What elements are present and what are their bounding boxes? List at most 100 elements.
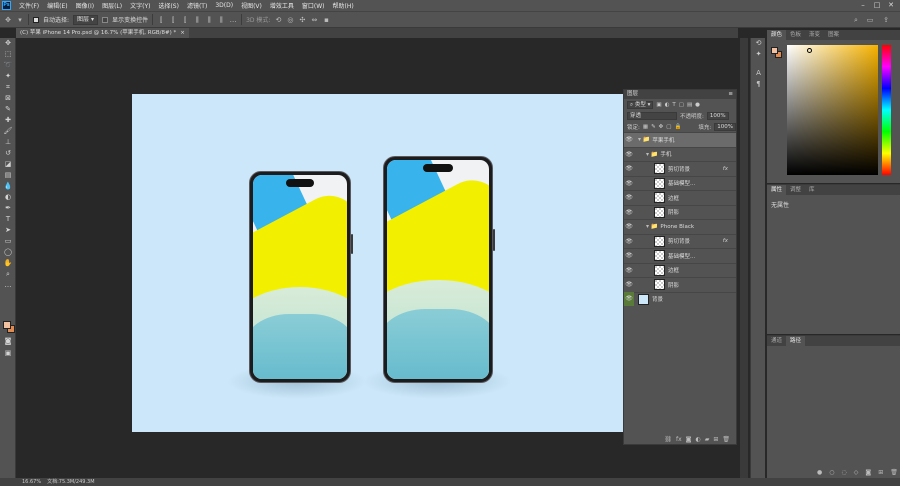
pen-tool-icon[interactable]: ✒ bbox=[0, 203, 16, 214]
tab-libraries[interactable]: 库 bbox=[805, 185, 819, 195]
menu-edit[interactable]: 编辑(E) bbox=[43, 1, 71, 10]
align-top-icon[interactable]: ⫼ bbox=[193, 16, 201, 24]
tab-adjustments[interactable]: 调整 bbox=[786, 185, 805, 195]
auto-select-dropdown[interactable]: 图层 ▾ bbox=[73, 14, 99, 25]
layers-panel-title[interactable]: 图层 bbox=[627, 90, 638, 99]
tab-paths[interactable]: 路径 bbox=[786, 336, 806, 346]
blur-tool-icon[interactable]: 💧 bbox=[0, 181, 16, 192]
menu-filter[interactable]: 滤镜(T) bbox=[183, 1, 211, 10]
orbit-3d-icon[interactable]: ⟲ bbox=[274, 16, 282, 24]
folder-icon[interactable]: ▾ 📁 bbox=[646, 151, 658, 158]
fill-input[interactable]: 100% bbox=[714, 122, 736, 131]
new-group-icon[interactable]: ▰ bbox=[705, 436, 710, 443]
layer-row[interactable]: 👁 ▾ 📁 Phone Black bbox=[624, 219, 736, 234]
layer-row[interactable]: 👁 基础模型... bbox=[624, 248, 736, 263]
make-path-icon[interactable]: ◇ bbox=[854, 469, 859, 476]
menu-plugins[interactable]: 增效工具 bbox=[266, 1, 298, 10]
tab-patterns[interactable]: 图案 bbox=[824, 30, 843, 40]
layer-row[interactable]: 👁 背景 bbox=[624, 291, 736, 307]
tab-gradients[interactable]: 渐变 bbox=[805, 30, 824, 40]
tab-channels[interactable]: 通道 bbox=[767, 336, 786, 346]
menu-type[interactable]: 文字(Y) bbox=[126, 1, 154, 10]
zoom-tool-icon[interactable]: ⌕ bbox=[0, 269, 16, 280]
ellipse-tool-icon[interactable]: ◯ bbox=[0, 247, 16, 258]
path-selection-tool-icon[interactable]: ➤ bbox=[0, 225, 16, 236]
fill-path-icon[interactable]: ● bbox=[817, 469, 822, 476]
filter-type-icon[interactable]: T bbox=[672, 102, 675, 108]
color-swatches[interactable] bbox=[3, 321, 15, 333]
lasso-tool-icon[interactable]: ➰ bbox=[0, 60, 16, 71]
add-mask-icon[interactable]: ◙ bbox=[865, 469, 871, 476]
brush-settings-icon[interactable]: ✦ bbox=[751, 49, 766, 60]
layer-row[interactable]: 👁 ▾ 📁 苹果手机 bbox=[624, 132, 736, 147]
layer-row[interactable]: 👁 剪切背景 fx bbox=[624, 161, 736, 176]
menu-help[interactable]: 帮助(H) bbox=[329, 1, 358, 10]
maximize-icon[interactable]: □ bbox=[870, 0, 884, 11]
layer-row[interactable]: 👁 边框 bbox=[624, 190, 736, 205]
move-tool-icon[interactable]: ✥ bbox=[4, 16, 12, 24]
new-layer-icon[interactable]: ⊞ bbox=[713, 436, 718, 443]
new-path-icon[interactable]: ⊞ bbox=[878, 469, 883, 476]
frame-tool-icon[interactable]: ⊠ bbox=[0, 93, 16, 104]
hue-slider[interactable] bbox=[882, 45, 891, 175]
history-icon[interactable]: ⟲ bbox=[751, 38, 766, 49]
filter-pixel-icon[interactable]: ▣ bbox=[656, 102, 661, 108]
character-icon[interactable]: A bbox=[751, 68, 766, 79]
layer-fx-badge[interactable]: fx bbox=[723, 166, 728, 172]
lock-artboard-icon[interactable]: ▢ bbox=[666, 124, 671, 130]
photoshop-logo[interactable]: Ps bbox=[2, 1, 11, 10]
more-options-icon[interactable]: … bbox=[229, 16, 237, 24]
new-adjustment-icon[interactable]: ◐ bbox=[695, 436, 700, 443]
visibility-eye-icon[interactable]: 👁 bbox=[624, 194, 634, 201]
search-icon[interactable]: ⌕ bbox=[852, 16, 860, 24]
type-tool-icon[interactable]: T bbox=[0, 214, 16, 225]
layer-row[interactable]: 👁 阴影 bbox=[624, 277, 736, 292]
link-layers-icon[interactable]: ⛓ bbox=[664, 436, 672, 443]
workspace-icon[interactable]: ▭ bbox=[866, 16, 874, 24]
vertical-scrollbar[interactable] bbox=[740, 38, 748, 478]
panel-foreground-swatch[interactable] bbox=[771, 47, 778, 54]
menu-3d[interactable]: 3D(D) bbox=[211, 2, 237, 9]
hand-tool-icon[interactable]: ✋ bbox=[0, 258, 16, 269]
visibility-eye-icon[interactable]: 👁 bbox=[624, 223, 634, 230]
visibility-eye-icon[interactable]: 👁 bbox=[624, 292, 634, 307]
document-canvas[interactable] bbox=[132, 94, 623, 432]
show-transform-checkbox[interactable] bbox=[102, 16, 109, 23]
visibility-eye-icon[interactable]: 👁 bbox=[624, 209, 634, 216]
visibility-eye-icon[interactable]: 👁 bbox=[624, 165, 634, 172]
move-tool-icon[interactable]: ✥ bbox=[0, 38, 16, 49]
share-icon[interactable]: ⇪ bbox=[882, 16, 890, 24]
zoom-level[interactable]: 16.67% bbox=[22, 478, 41, 486]
layer-fx-badge[interactable]: fx bbox=[723, 238, 728, 244]
filter-adjust-icon[interactable]: ◐ bbox=[665, 102, 670, 108]
menu-file[interactable]: 文件(F) bbox=[15, 1, 43, 10]
clone-stamp-tool-icon[interactable]: ⊥ bbox=[0, 137, 16, 148]
drag-3d-icon[interactable]: ✣ bbox=[298, 16, 306, 24]
gradient-tool-icon[interactable]: ▤ bbox=[0, 170, 16, 181]
stroke-path-icon[interactable]: ○ bbox=[829, 469, 834, 476]
auto-select-checkbox[interactable] bbox=[33, 16, 39, 23]
screen-mode-icon[interactable]: ▣ bbox=[0, 348, 16, 359]
add-mask-icon[interactable]: ◙ bbox=[686, 436, 692, 443]
eraser-tool-icon[interactable]: ◪ bbox=[0, 159, 16, 170]
filter-shape-icon[interactable]: ▢ bbox=[679, 102, 684, 108]
filter-toggle-icon[interactable]: ● bbox=[695, 102, 700, 108]
folder-icon[interactable]: ▾ 📁 bbox=[638, 136, 650, 143]
eyedropper-tool-icon[interactable]: ✎ bbox=[0, 104, 16, 115]
rectangle-tool-icon[interactable]: ▭ bbox=[0, 236, 16, 247]
menu-select[interactable]: 选择(S) bbox=[154, 1, 183, 10]
lock-position-icon[interactable]: ✥ bbox=[659, 124, 664, 130]
minimize-icon[interactable]: – bbox=[856, 0, 870, 11]
layer-row[interactable]: 👁 ▾ 📁 手机 bbox=[624, 146, 736, 162]
crop-tool-icon[interactable]: ⌗ bbox=[0, 82, 16, 93]
align-bottom-icon[interactable]: ⫼ bbox=[217, 16, 225, 24]
layer-row[interactable]: 👁 剪切背景 fx bbox=[624, 233, 736, 249]
visibility-eye-icon[interactable]: 👁 bbox=[624, 136, 634, 143]
menu-layer[interactable]: 图层(L) bbox=[98, 1, 126, 10]
blend-mode-dropdown[interactable]: 穿透 bbox=[627, 111, 677, 120]
lock-paint-icon[interactable]: ✎ bbox=[651, 124, 656, 130]
tab-close-icon[interactable]: × bbox=[180, 28, 185, 38]
add-style-icon[interactable]: fx bbox=[676, 436, 682, 443]
layer-row[interactable]: 👁 基础模型... bbox=[624, 175, 736, 191]
brush-tool-icon[interactable]: 🖌 bbox=[0, 126, 16, 137]
